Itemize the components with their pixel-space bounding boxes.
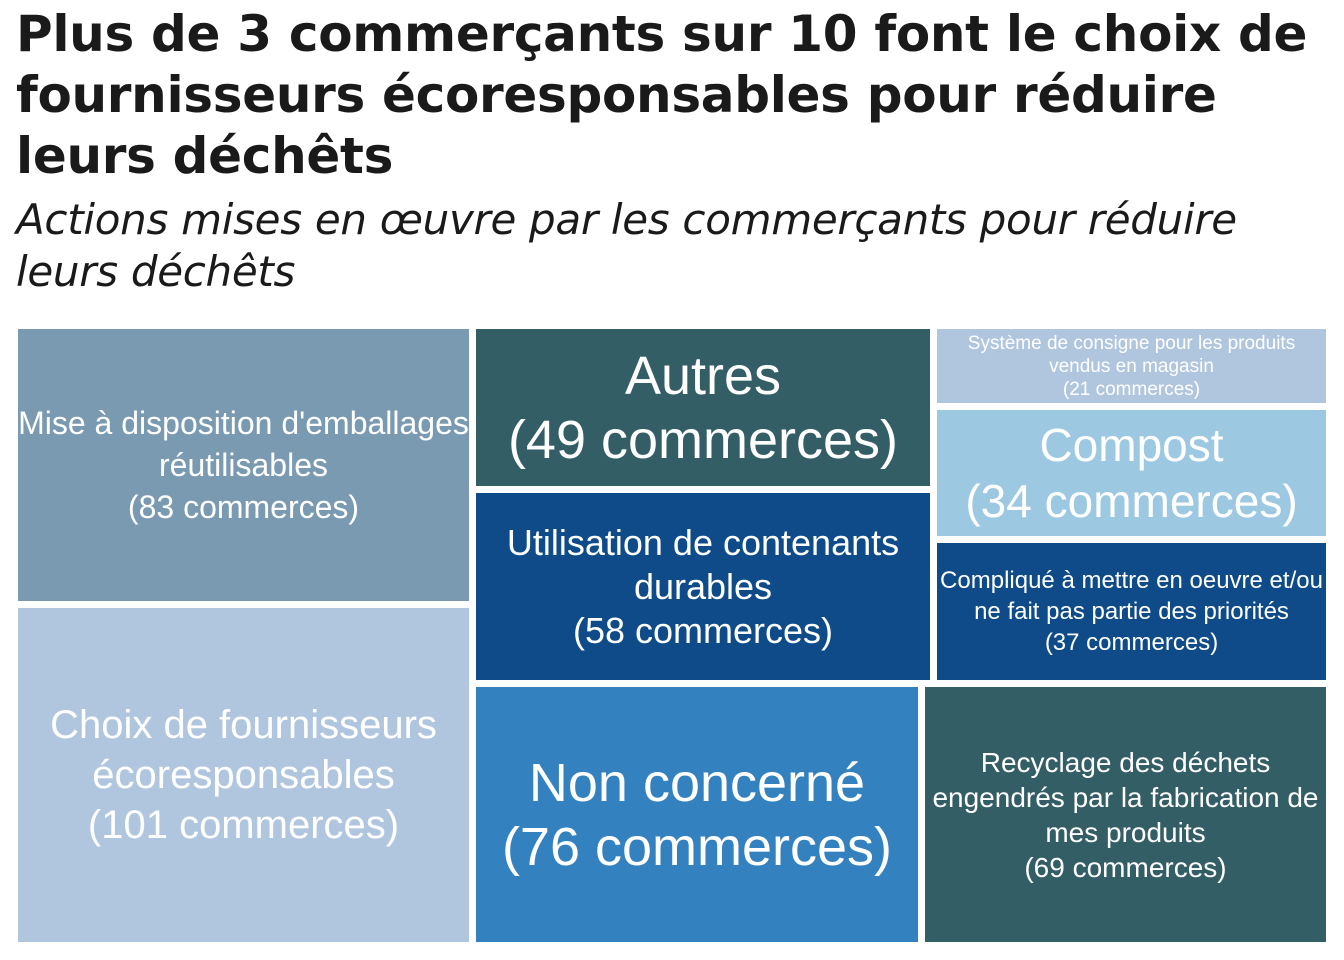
tile-count: (37 commerces) (1044, 629, 1219, 656)
tile-label: Non concerné (76 commerces) (502, 751, 892, 879)
tile-label: Autres (49 commerces) (508, 344, 898, 472)
treemap-tile-autres: Autres (49 commerces) (476, 329, 930, 486)
treemap-tile-recyclage: Recyclage des déchets engendrés par la f… (925, 687, 1326, 942)
tile-name: Choix de fournisseurs écoresponsables (50, 703, 437, 797)
tile-label: Utilisation de contenants durables (58 co… (476, 521, 930, 653)
tile-name: Recyclage des déchets engendrés par la f… (932, 746, 1319, 848)
tile-label: Compost (34 commerces) (965, 417, 1297, 529)
tile-name: Non concerné (528, 752, 866, 813)
tile-name: Compliqué à mettre en oeuvre et/ou ne fa… (940, 567, 1323, 625)
tile-count: (69 commerces) (1024, 851, 1227, 883)
treemap-tile-consigne: Système de consigne pour les produits ve… (937, 329, 1326, 403)
tile-name: Compost (1039, 419, 1224, 471)
treemap-tile-fournisseurs: Choix de fournisseurs écoresponsables (10… (18, 608, 469, 942)
treemap-tile-complique: Compliqué à mettre en oeuvre et/ou ne fa… (937, 543, 1326, 680)
treemap-tile-contenants: Utilisation de contenants durables (58 co… (476, 493, 930, 680)
tile-label: Mise à disposition d'emballages réutilis… (18, 402, 469, 528)
treemap: Choix de fournisseurs écoresponsables (10… (0, 0, 1344, 960)
tile-count: (83 commerces) (127, 489, 360, 525)
treemap-tile-non-concerne: Non concerné (76 commerces) (476, 687, 918, 942)
tile-name: Autres (624, 345, 782, 406)
tile-count: (58 commerces) (572, 609, 834, 651)
tile-label: Choix de fournisseurs écoresponsables (10… (18, 700, 469, 850)
tile-label: Recyclage des déchets engendrés par la f… (925, 745, 1326, 885)
tile-count: (49 commerces) (507, 409, 899, 470)
tile-count: (21 commerces) (1062, 378, 1201, 400)
treemap-tile-emballages: Mise à disposition d'emballages réutilis… (18, 329, 469, 601)
tile-name: Système de consigne pour les produits ve… (967, 332, 1296, 377)
tile-name: Mise à disposition d'emballages réutilis… (18, 405, 469, 483)
tile-label: Compliqué à mettre en oeuvre et/ou ne fa… (937, 565, 1326, 658)
tile-count: (101 commerces) (87, 803, 400, 847)
treemap-tile-compost: Compost (34 commerces) (937, 410, 1326, 536)
tile-name: Utilisation de contenants durables (506, 521, 900, 607)
tile-count: (34 commerces) (965, 475, 1298, 527)
tile-count: (76 commerces) (501, 816, 893, 877)
tile-label: Système de consigne pour les produits ve… (937, 332, 1326, 401)
